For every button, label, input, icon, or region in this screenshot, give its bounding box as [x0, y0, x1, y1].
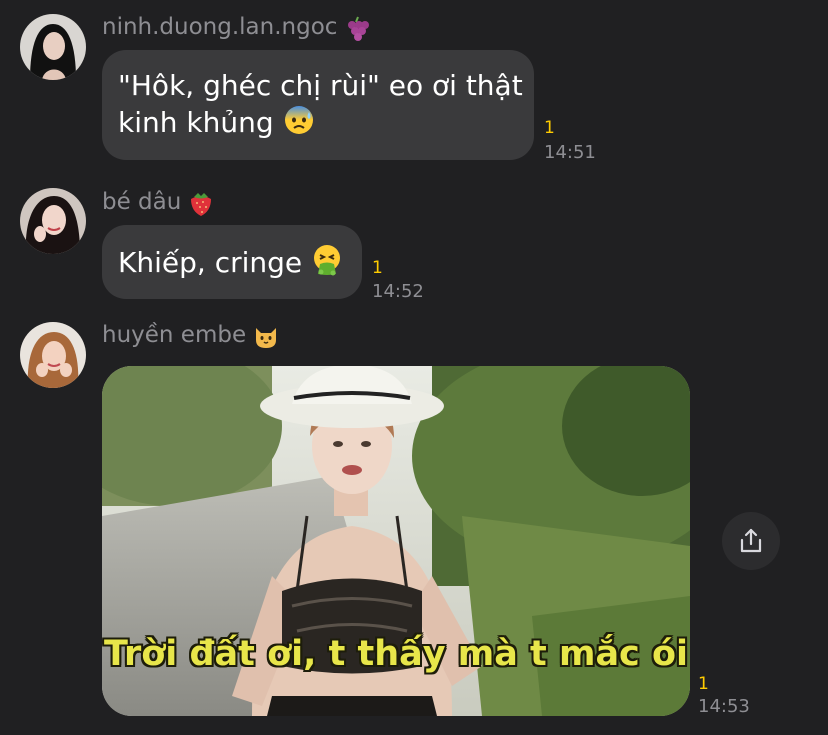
anxious-face-with-sweat-icon [283, 104, 315, 136]
grapes-icon [343, 14, 371, 42]
sender-name: huyền embe [102, 320, 280, 350]
message-text: Khiếp, cringe [118, 246, 303, 279]
avatar[interactable] [20, 14, 86, 80]
cat-face-icon [252, 322, 280, 350]
timestamp: 14:53 [698, 696, 750, 717]
avatar[interactable] [20, 188, 86, 254]
avatar[interactable] [20, 322, 86, 388]
seen-count: 1 [544, 118, 555, 138]
gif-caption: Trời đất ơi, t thấy mà t mắc ói [103, 634, 689, 674]
message-bubble[interactable]: "Hôk, ghéc chị rùi" eo ơi thật kinh khủn… [102, 50, 534, 160]
sender-name: ninh.duong.lan.ngoc [102, 12, 371, 42]
vomiting-face-icon [311, 244, 343, 276]
sender-name: bé dâu [102, 187, 215, 217]
timestamp: 14:52 [372, 281, 424, 302]
message-text-line: "Hôk, ghéc chị rùi" eo ơi thật [118, 69, 523, 102]
seen-count: 1 [698, 674, 709, 694]
share-upload-icon [740, 528, 762, 553]
timestamp: 14:51 [544, 142, 596, 163]
message-bubble[interactable]: Khiếp, cringe [102, 225, 362, 299]
seen-count: 1 [372, 258, 383, 278]
strawberry-icon [187, 189, 215, 217]
message-text-line: kinh khủng [118, 104, 534, 141]
chat-thread: ninh.duong.lan.ngoc "Hôk, ghéc chị rùi" … [0, 0, 828, 735]
gif-message[interactable]: Trời đất ơi, t thấy mà t mắc ói [102, 366, 690, 716]
share-button[interactable] [722, 512, 780, 570]
